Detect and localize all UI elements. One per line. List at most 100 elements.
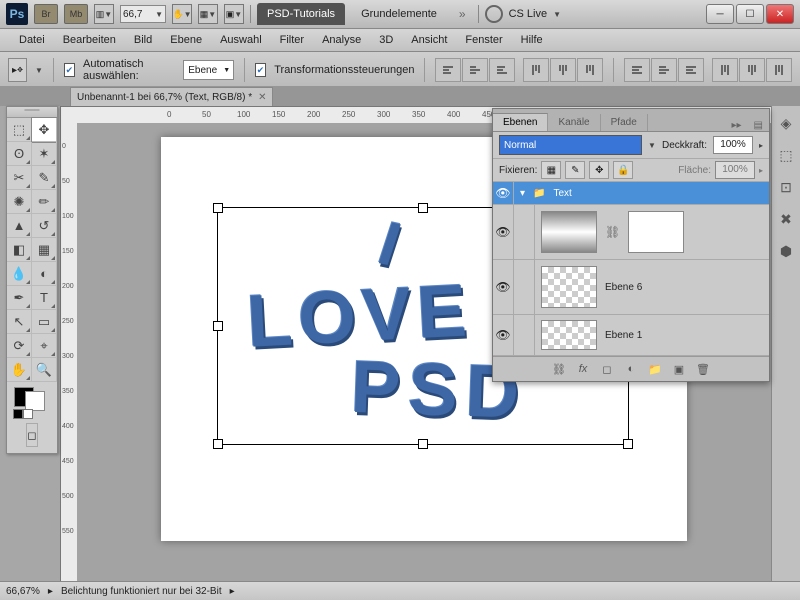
minibridge-icon[interactable]: Mb	[64, 4, 88, 24]
layer-thumbnail[interactable]	[541, 320, 597, 350]
marquee-tool[interactable]: ⬚	[7, 118, 32, 142]
tab-pfade[interactable]: Pfade	[601, 114, 648, 131]
layer-mask-thumbnail[interactable]	[628, 211, 684, 253]
handle-ml[interactable]	[213, 321, 223, 331]
toolbox-grip[interactable]: ═══	[7, 107, 57, 118]
toolbox-panel[interactable]: ═══ ⬚ ✥ ʘ ✶ ✂ ✎ ✺ ✏ ▲ ↺ ◧ ▦ 💧 ◐ ✒ T ↖ ▭ …	[6, 106, 58, 454]
layers-panel[interactable]: Ebenen Kanäle Pfade ▸▸ ▤ Normal ▼ Deckkr…	[492, 108, 770, 382]
align-vcenter-button[interactable]	[462, 58, 488, 82]
handle-br[interactable]	[623, 439, 633, 449]
type-tool[interactable]: T	[32, 286, 57, 310]
zoom-tool[interactable]: 🔍	[32, 358, 57, 382]
history-brush-tool[interactable]: ↺	[32, 214, 57, 238]
distribute-left-button[interactable]	[712, 58, 738, 82]
layer-row-ebene6[interactable]: 👁 Ebene 6	[493, 260, 769, 315]
layer-thumbnail[interactable]	[541, 266, 597, 308]
crop-tool[interactable]: ✂	[7, 166, 32, 190]
blur-tool[interactable]: 💧	[7, 262, 32, 286]
layer-row-smart[interactable]: 👁 ⛓	[493, 205, 769, 260]
zoom-level-field[interactable]: 66,7▼	[120, 5, 166, 23]
hand-preset-icon[interactable]: ✋▼	[172, 4, 192, 24]
magic-wand-tool[interactable]: ✶	[32, 142, 57, 166]
transform-controls-checkbox[interactable]: ✔	[255, 63, 266, 77]
window-close-button[interactable]: ✕	[766, 4, 794, 24]
distribute-top-button[interactable]	[624, 58, 650, 82]
layer-group-text[interactable]: 👁 ▾ 📁 Text	[493, 182, 769, 205]
layer-fx-button[interactable]: fx	[574, 363, 592, 375]
menu-hilfe[interactable]: Hilfe	[512, 30, 552, 50]
cslive-label[interactable]: CS Live	[509, 8, 548, 20]
document-tab[interactable]: Unbenannt-1 bei 66,7% (Text, RGB/8) * ✕	[70, 87, 273, 106]
handle-bl[interactable]	[213, 439, 223, 449]
panel-menu-icon[interactable]: ▤	[748, 120, 769, 131]
menu-fenster[interactable]: Fenster	[456, 30, 511, 50]
vertical-ruler[interactable]: 0 50 100 150 200 250 300 350 400 450 500…	[61, 123, 78, 581]
menu-ansicht[interactable]: Ansicht	[402, 30, 456, 50]
handle-tc[interactable]	[418, 203, 428, 213]
dock-adjustments-icon[interactable]: ⬚	[775, 144, 797, 166]
brush-tool[interactable]: ✏	[32, 190, 57, 214]
lock-transparency-button[interactable]: ▦	[541, 161, 561, 179]
tab-ebenen[interactable]: Ebenen	[493, 113, 548, 131]
menu-3d[interactable]: 3D	[370, 30, 402, 50]
fill-field[interactable]: 100%	[715, 161, 755, 179]
3d-camera-tool[interactable]: ⌖	[32, 334, 57, 358]
delete-layer-button[interactable]: 🗑	[694, 363, 712, 376]
stamp-tool[interactable]: ▲	[7, 214, 32, 238]
status-zoom[interactable]: 66,67%	[6, 586, 40, 597]
gradient-tool[interactable]: ▦	[32, 238, 57, 262]
pen-tool[interactable]: ✒	[7, 286, 32, 310]
distribute-vcenter-button[interactable]	[651, 58, 677, 82]
adjustment-layer-button[interactable]: ◐	[622, 363, 640, 375]
panel-collapse-icon[interactable]: ▸▸	[726, 120, 748, 131]
lock-position-button[interactable]: ✥	[589, 161, 609, 179]
new-layer-button[interactable]: ▣	[670, 363, 688, 376]
align-top-button[interactable]	[435, 58, 461, 82]
lasso-tool[interactable]: ʘ	[7, 142, 32, 166]
menu-datei[interactable]: Datei	[10, 30, 54, 50]
window-maximize-button[interactable]: ☐	[736, 4, 764, 24]
path-select-tool[interactable]: ↖	[7, 310, 32, 334]
eyedropper-tool[interactable]: ✎	[32, 166, 57, 190]
layer-name[interactable]: Ebene 1	[605, 330, 642, 341]
dodge-tool[interactable]: ◐	[32, 262, 57, 286]
dock-tools-icon[interactable]: ✖	[775, 208, 797, 230]
menu-bearbeiten[interactable]: Bearbeiten	[54, 30, 125, 50]
handle-tl[interactable]	[213, 203, 223, 213]
auto-select-dropdown[interactable]: Ebene	[183, 60, 234, 80]
align-bottom-button[interactable]	[489, 58, 515, 82]
quick-mask-button[interactable]: ◻	[26, 423, 38, 447]
ruler-origin[interactable]	[61, 107, 78, 124]
color-swatches[interactable]	[7, 387, 57, 421]
extras-icon[interactable]: ▣▼	[224, 4, 244, 24]
window-minimize-button[interactable]: ─	[706, 4, 734, 24]
align-right-button[interactable]	[577, 58, 603, 82]
menu-filter[interactable]: Filter	[271, 30, 313, 50]
dock-layers-icon[interactable]: ◈	[775, 112, 797, 134]
screen-mode-icon[interactable]: ▥▼	[94, 4, 114, 24]
layer-row-ebene1[interactable]: 👁 Ebene 1	[493, 315, 769, 356]
shape-tool[interactable]: ▭	[32, 310, 57, 334]
visibility-toggle[interactable]: 👁	[493, 315, 514, 355]
add-mask-button[interactable]: ◻	[598, 363, 616, 376]
visibility-toggle[interactable]: 👁	[493, 205, 514, 259]
menu-auswahl[interactable]: Auswahl	[211, 30, 271, 50]
blend-mode-dropdown[interactable]: Normal	[499, 135, 642, 155]
auto-select-checkbox[interactable]: ✔	[64, 63, 75, 77]
distribute-bottom-button[interactable]	[678, 58, 704, 82]
workspace-psd-tutorials[interactable]: PSD-Tutorials	[257, 3, 345, 25]
group-name[interactable]: Text	[553, 188, 571, 199]
new-group-button[interactable]: 📁	[646, 363, 664, 376]
menu-analyse[interactable]: Analyse	[313, 30, 370, 50]
move-tool[interactable]: ✥	[32, 118, 57, 142]
menu-ebene[interactable]: Ebene	[161, 30, 211, 50]
bridge-icon[interactable]: Br	[34, 4, 58, 24]
default-colors-icon[interactable]	[13, 409, 33, 419]
align-hcenter-button[interactable]	[550, 58, 576, 82]
workspace-more-icon[interactable]: »	[453, 7, 472, 21]
layer-name[interactable]: Ebene 6	[605, 282, 642, 293]
3d-rotate-tool[interactable]: ⟳	[7, 334, 32, 358]
dock-3d-icon[interactable]: ⬢	[775, 240, 797, 262]
distribute-hcenter-button[interactable]	[739, 58, 765, 82]
menu-bild[interactable]: Bild	[125, 30, 161, 50]
